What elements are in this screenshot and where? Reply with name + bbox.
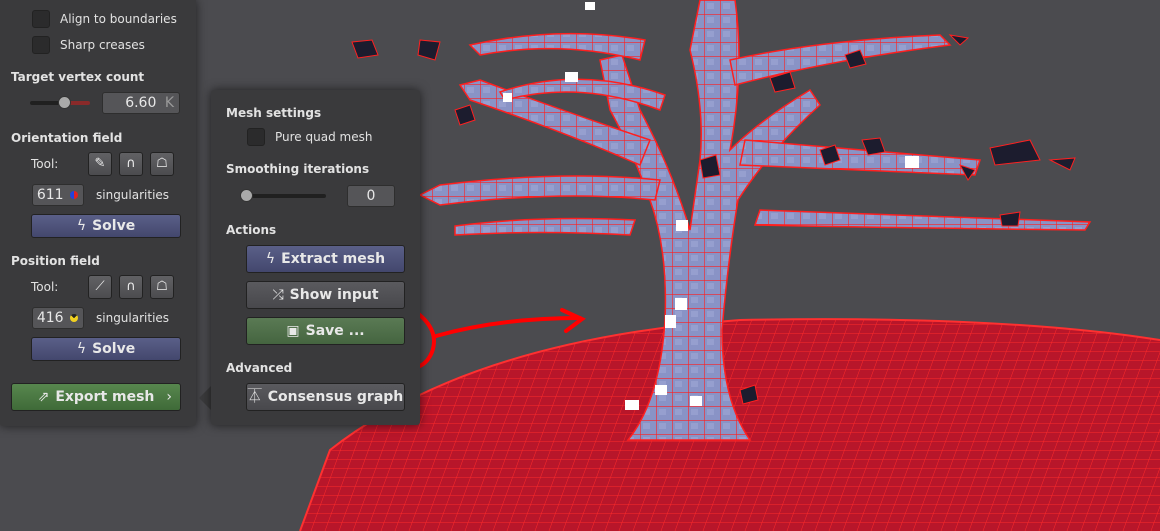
position-ghost-button[interactable]: ☖ xyxy=(150,275,174,299)
position-solve-button[interactable]: ϟ Solve xyxy=(31,337,181,361)
orientation-attractor-button[interactable]: ∩ xyxy=(119,152,143,176)
consensus-graph-button[interactable]: ⏄ Consensus graph xyxy=(246,383,405,411)
comb-tool-button[interactable]: ✎ xyxy=(88,152,112,176)
mesh-settings-heading: Mesh settings xyxy=(226,106,322,120)
orientation-tool-label: Tool: xyxy=(31,157,59,171)
position-solve-label: Solve xyxy=(92,341,136,357)
smoothing-slider-knob[interactable] xyxy=(240,189,253,202)
smoothing-slider[interactable] xyxy=(241,194,326,198)
vertex-count-unit: K xyxy=(164,95,174,111)
show-input-label: Show input xyxy=(289,287,379,303)
orientation-field-heading: Orientation field xyxy=(11,131,123,145)
position-field-heading: Position field xyxy=(11,254,100,268)
sharp-creases-checkbox[interactable] xyxy=(32,36,50,54)
brush-icon: ⟋ xyxy=(95,279,105,294)
vertex-count-value: 6.60 xyxy=(125,95,157,111)
pacman-icon xyxy=(70,314,78,322)
extract-mesh-label: Extract mesh xyxy=(281,251,386,267)
pure-quad-label: Pure quad mesh xyxy=(275,130,373,144)
position-attractor-button[interactable]: ∩ xyxy=(119,275,143,299)
orientation-singularity-count: 611 xyxy=(36,187,64,203)
position-singularity-field: 416 xyxy=(32,307,84,329)
smoothing-iterations-heading: Smoothing iterations xyxy=(226,162,370,176)
chevron-right-icon: › xyxy=(166,389,172,405)
brush-tool-button[interactable]: ⟋ xyxy=(88,275,112,299)
align-to-boundaries-checkbox[interactable] xyxy=(32,10,50,28)
target-vertex-count-heading: Target vertex count xyxy=(11,70,145,84)
advanced-heading: Advanced xyxy=(226,361,293,375)
consensus-graph-label: Consensus graph xyxy=(267,389,404,405)
actions-heading: Actions xyxy=(226,223,277,237)
orientation-singularity-field: 611 xyxy=(32,184,84,206)
orientation-singularity-icon xyxy=(70,191,78,199)
magnet-icon: ∩ xyxy=(126,279,136,294)
export-icon: ⇗ xyxy=(37,389,50,405)
comb-icon: ✎ xyxy=(94,156,106,171)
sharp-creases-label: Sharp creases xyxy=(60,38,145,52)
orientation-singularities-label: singularities xyxy=(96,188,170,202)
smoothing-value-field[interactable]: 0 xyxy=(347,185,395,207)
bolt-icon: ϟ xyxy=(76,218,87,234)
position-singularities-label: singularities xyxy=(96,311,170,325)
magnet-icon: ∩ xyxy=(126,156,136,171)
floppy-icon: ▣ xyxy=(286,323,300,339)
main-panel: Align to boundaries Sharp creases Target… xyxy=(0,0,196,426)
export-popup: Mesh settings Pure quad mesh Smoothing i… xyxy=(211,90,420,425)
save-button[interactable]: ▣ Save ... xyxy=(246,317,405,345)
align-to-boundaries-label: Align to boundaries xyxy=(60,12,177,26)
position-singularity-count: 416 xyxy=(36,310,64,326)
orientation-solve-label: Solve xyxy=(92,218,136,234)
export-mesh-label: Export mesh xyxy=(55,389,155,405)
export-mesh-button[interactable]: ⇗ Export mesh › xyxy=(11,383,181,411)
show-input-button[interactable]: ⤮ Show input xyxy=(246,281,405,309)
shuffle-icon: ⤮ xyxy=(272,287,284,303)
bolt-icon: ϟ xyxy=(265,251,276,267)
popup-pointer xyxy=(199,386,211,410)
position-tool-label: Tool: xyxy=(31,280,59,294)
bolt-icon: ϟ xyxy=(76,341,87,357)
vertex-count-slider-knob[interactable] xyxy=(58,96,71,109)
ghost-icon: ☖ xyxy=(156,156,168,171)
graph-icon: ⏄ xyxy=(247,389,262,405)
ghost-icon: ☖ xyxy=(156,279,168,294)
save-label: Save ... xyxy=(305,323,365,339)
vertex-count-field[interactable]: 6.60 K xyxy=(102,92,180,114)
orientation-ghost-button[interactable]: ☖ xyxy=(150,152,174,176)
extract-mesh-button[interactable]: ϟ Extract mesh xyxy=(246,245,405,273)
orientation-solve-button[interactable]: ϟ Solve xyxy=(31,214,181,238)
pure-quad-checkbox[interactable] xyxy=(247,128,265,146)
